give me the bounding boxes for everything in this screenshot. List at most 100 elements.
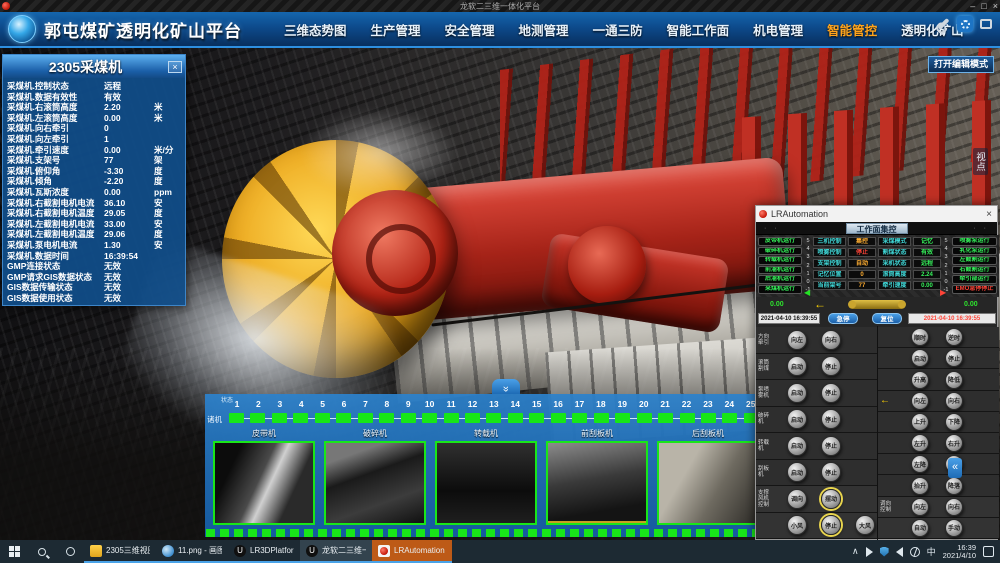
support-status-square[interactable]: [551, 413, 566, 423]
gear-icon[interactable]: [957, 16, 973, 32]
support-status-square[interactable]: [529, 413, 544, 423]
control-button[interactable]: 停止: [945, 349, 963, 367]
security-shield-icon[interactable]: [880, 547, 889, 557]
support-status-square[interactable]: [508, 413, 523, 423]
support-status-square[interactable]: [486, 413, 501, 423]
control-button[interactable]: 抬升: [911, 477, 929, 495]
control-button[interactable]: 降低: [945, 371, 963, 389]
search-button[interactable]: [28, 540, 56, 563]
nav-item[interactable]: 智能管控: [827, 20, 877, 39]
support-status-square[interactable]: [444, 413, 459, 423]
support-status-square[interactable]: [272, 413, 287, 423]
camera-feed[interactable]: [657, 441, 759, 525]
support-status-square[interactable]: [658, 413, 673, 423]
support-status-square[interactable]: [379, 413, 394, 423]
taskbar-app[interactable]: 11.png - 画图: [156, 540, 228, 563]
control-button[interactable]: 向右: [945, 392, 963, 410]
close-icon[interactable]: ×: [993, 0, 998, 12]
control-button[interactable]: 启动: [787, 436, 807, 456]
collapse-strip-button[interactable]: «: [492, 379, 520, 394]
panel-close-icon[interactable]: ×: [168, 61, 182, 73]
viewpoint-tab[interactable]: 视点: [973, 148, 988, 175]
control-button[interactable]: 向左: [787, 330, 807, 350]
control-button[interactable]: 向左: [911, 498, 929, 516]
support-status-square[interactable]: [401, 413, 416, 423]
control-button[interactable]: 大风: [855, 515, 875, 535]
control-button[interactable]: 停止: [821, 383, 841, 403]
control-button[interactable]: 启动: [787, 356, 807, 376]
control-button[interactable]: 停止: [821, 356, 841, 376]
support-status-square[interactable]: [465, 413, 480, 423]
lr-close-icon[interactable]: ×: [986, 209, 992, 220]
taskview-button[interactable]: [56, 540, 84, 563]
support-status-square[interactable]: [422, 413, 437, 423]
control-button[interactable]: 左降: [911, 455, 929, 473]
wrench-icon[interactable]: [937, 18, 949, 30]
taskbar-app[interactable]: 龙软二三维一体化...: [300, 540, 372, 563]
tab-workface-control[interactable]: 工作面集控: [846, 223, 908, 234]
control-button[interactable]: 向左: [911, 392, 929, 410]
control-button[interactable]: 停止: [821, 462, 841, 482]
control-button[interactable]: 手动: [945, 519, 963, 537]
control-button[interactable]: 停止: [821, 436, 841, 456]
support-status-square[interactable]: [250, 413, 265, 423]
control-button[interactable]: 右升: [945, 434, 963, 452]
nav-item[interactable]: 三维态势图: [284, 20, 347, 39]
maximize-icon[interactable]: □: [981, 0, 986, 12]
control-button[interactable]: 调向: [787, 489, 807, 509]
support-status-square[interactable]: [572, 413, 587, 423]
nav-item[interactable]: 生产管理: [371, 20, 421, 39]
taskbar-app[interactable]: LRAutomation: [372, 540, 452, 563]
nav-item[interactable]: 安全管理: [445, 20, 495, 39]
camera-feed[interactable]: [546, 441, 648, 525]
nav-item[interactable]: 一通三防: [593, 20, 643, 39]
control-button[interactable]: 启动: [787, 462, 807, 482]
support-status-square[interactable]: [615, 413, 630, 423]
reset-button[interactable]: 复位: [872, 313, 902, 324]
support-status-square[interactable]: [701, 413, 716, 423]
control-button[interactable]: 升高: [911, 371, 929, 389]
control-button[interactable]: 向右: [945, 498, 963, 516]
control-button[interactable]: 下降: [945, 413, 963, 431]
control-button[interactable]: 启动: [787, 409, 807, 429]
camera-feed[interactable]: [324, 441, 426, 525]
control-button[interactable]: 上升: [911, 413, 929, 431]
camera-feed[interactable]: [213, 441, 315, 525]
notification-center-icon[interactable]: [983, 546, 994, 557]
control-button[interactable]: 摆动: [821, 489, 841, 509]
support-status-square[interactable]: [637, 413, 652, 423]
support-status-square[interactable]: [358, 413, 373, 423]
support-status-square[interactable]: [336, 413, 351, 423]
support-status-square[interactable]: [594, 413, 609, 423]
tray-chevron-icon[interactable]: ∧: [852, 546, 859, 557]
control-button[interactable]: 左升: [911, 434, 929, 452]
control-button[interactable]: 自动: [911, 519, 929, 537]
taskbar-app[interactable]: 2305三维视图: [84, 540, 156, 563]
control-button[interactable]: 顺时: [911, 328, 929, 346]
network-icon[interactable]: [910, 547, 920, 557]
clock[interactable]: 16:39 2021/4/10: [943, 544, 976, 560]
support-status-square[interactable]: [229, 413, 244, 423]
control-button[interactable]: 向右: [821, 330, 841, 350]
support-status-square[interactable]: [315, 413, 330, 423]
support-status-square[interactable]: [293, 413, 308, 423]
control-button[interactable]: 启动: [787, 383, 807, 403]
support-status-square[interactable]: [680, 413, 695, 423]
speaker-icon[interactable]: [896, 547, 903, 557]
taskbar-app[interactable]: LR3DPlatform - U...: [228, 540, 300, 563]
control-button[interactable]: 停止: [821, 515, 841, 535]
usb-icon[interactable]: [866, 547, 873, 557]
collapse-panel-icon[interactable]: «: [948, 458, 962, 478]
minimize-icon[interactable]: –: [970, 0, 975, 12]
support-status-square[interactable]: [722, 413, 737, 423]
nav-item[interactable]: 机电管理: [753, 20, 803, 39]
nav-item[interactable]: 地测管理: [519, 20, 569, 39]
camera-feed[interactable]: [435, 441, 537, 525]
control-button[interactable]: 停止: [821, 409, 841, 429]
control-button[interactable]: 小风: [787, 515, 807, 535]
nav-item[interactable]: 智能工作面: [667, 20, 730, 39]
control-button[interactable]: 逆时: [945, 328, 963, 346]
start-button[interactable]: [0, 540, 28, 563]
ime-indicator[interactable]: 中: [927, 545, 936, 558]
open-edit-mode-button[interactable]: 打开编辑模式: [928, 56, 994, 73]
